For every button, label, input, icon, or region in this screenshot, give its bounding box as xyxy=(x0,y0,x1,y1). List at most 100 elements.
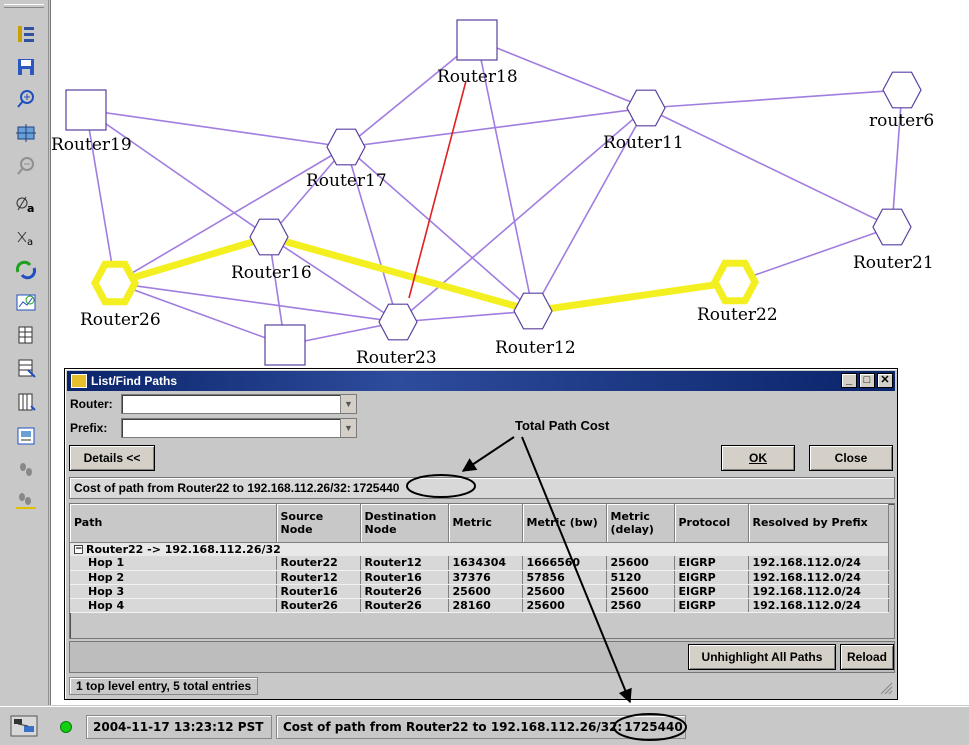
table-cell: EIGRP xyxy=(674,584,749,599)
link-Router23-Router12[interactable] xyxy=(397,310,534,323)
status-cost-value: 1725440 xyxy=(624,720,683,734)
node-Router18[interactable]: Router18 xyxy=(437,19,518,87)
footprints-icon[interactable] xyxy=(14,458,38,482)
collapse-icon[interactable]: − xyxy=(74,545,83,555)
column-header[interactable]: Metric (bw) xyxy=(522,504,607,543)
link-Router17-Router11[interactable] xyxy=(345,107,647,148)
link-Router18-Router23[interactable] xyxy=(408,80,467,299)
list-find-paths-dialog: List/Find Paths _ □ ✕ Router: ▼ Prefix: … xyxy=(64,368,898,700)
column-header[interactable]: Metric (delay) xyxy=(606,504,675,543)
main-status-bar: 2004-11-17 13:23:12 PST Cost of path fro… xyxy=(0,706,969,745)
table-cell: Hop 1 xyxy=(70,556,277,571)
table-row[interactable]: Hop 3 Router16 Router26 25600 25600 25600 EIGR… xyxy=(70,584,889,599)
table-cell: 37376 xyxy=(448,570,523,585)
unhighlight-all-paths-button[interactable]: Unhighlight All Paths xyxy=(688,644,836,670)
cost-value: 1725440 xyxy=(352,481,400,495)
node-Router23[interactable]: Router23 xyxy=(356,303,437,368)
node-label: Router17 xyxy=(306,171,387,191)
entries-count-text: 1 top level entry, 5 total entries xyxy=(69,677,259,695)
column-header[interactable]: Resolved by Prefix xyxy=(748,504,889,543)
link-Router11-Router21[interactable] xyxy=(645,107,893,228)
toolbar-grip[interactable] xyxy=(4,4,44,8)
prefix-label: Prefix: xyxy=(70,421,108,435)
table-cell: Hop 4 xyxy=(70,598,277,613)
table-cell: Hop 3 xyxy=(70,584,277,599)
table-row[interactable]: Hop 2 Router12 Router16 37376 57856 5120 EIGRP… xyxy=(70,570,889,585)
table-cell: Router22 xyxy=(276,556,361,571)
node-label: Router26 xyxy=(80,310,161,330)
node-Router19[interactable]: Router19 xyxy=(51,89,132,155)
minimize-button[interactable]: _ xyxy=(841,373,857,388)
paths-table-container[interactable]: Path Source Node Destination Node Metric Met… xyxy=(69,503,895,639)
chevron-down-icon[interactable]: ▼ xyxy=(340,419,356,437)
link-Router19-Router16[interactable] xyxy=(85,109,270,238)
dialog-app-icon xyxy=(71,374,87,388)
node-Router22[interactable]: Router22 xyxy=(697,259,778,325)
router-combo[interactable]: ▼ xyxy=(121,394,357,414)
table-cell: 1666560 xyxy=(522,556,607,571)
table-cell: Router26 xyxy=(360,598,449,613)
dialog-titlebar[interactable]: List/Find Paths _ □ ✕ xyxy=(67,371,895,391)
path-group-label: Router22 -> 192.168.112.26/32 xyxy=(86,542,281,556)
hierarchy-icon[interactable] xyxy=(14,22,38,46)
table-cell: Router26 xyxy=(360,584,449,599)
node-RouterX[interactable] xyxy=(264,324,306,366)
table-cell: 57856 xyxy=(522,570,607,585)
zoom-in-icon[interactable] xyxy=(14,87,38,111)
label-small-a-icon[interactable]: a xyxy=(14,225,38,249)
details-button-label: Details << xyxy=(83,451,141,465)
table-cell: EIGRP xyxy=(674,556,749,571)
refresh-icon[interactable] xyxy=(14,258,38,282)
reload-button[interactable]: Reload xyxy=(840,644,894,670)
table-icon[interactable] xyxy=(14,323,38,347)
table-cell: 2560 xyxy=(606,598,675,613)
chevron-down-icon[interactable]: ▼ xyxy=(340,395,356,413)
router-label: Router: xyxy=(70,397,113,411)
node-router6[interactable]: router6 xyxy=(869,71,934,131)
chart-icon[interactable] xyxy=(14,290,38,314)
column-header[interactable]: Protocol xyxy=(674,504,749,543)
label-a-icon[interactable]: a xyxy=(14,192,38,216)
save-icon[interactable] xyxy=(14,55,38,79)
column-header[interactable]: Destination Node xyxy=(360,504,449,543)
node-label: router6 xyxy=(869,111,934,131)
report-icon[interactable] xyxy=(14,424,38,448)
table-columns-icon[interactable] xyxy=(14,390,38,414)
close-window-button[interactable]: ✕ xyxy=(877,373,893,388)
table-row[interactable]: − Router22 -> 192.168.112.26/32 xyxy=(70,542,889,556)
action-bar: Unhighlight All Paths Reload xyxy=(69,641,895,673)
node-label: Router18 xyxy=(437,67,518,87)
prefix-combo[interactable]: ▼ xyxy=(121,418,357,438)
footprints-highlight-icon[interactable] xyxy=(14,488,38,512)
table-row[interactable]: Hop 4 Router26 Router26 28160 25600 2560 EIGRP… xyxy=(70,598,889,613)
table-row[interactable]: Hop 1 Router22 Router12 1634304 1666560 25600… xyxy=(70,556,889,571)
table-cell: Router12 xyxy=(360,556,449,571)
resize-grip-icon[interactable] xyxy=(879,681,893,695)
node-Router16[interactable]: Router16 xyxy=(231,218,312,283)
path-group-cell: − Router22 -> 192.168.112.26/32 xyxy=(70,542,889,556)
maximize-button[interactable]: □ xyxy=(859,373,875,388)
column-header[interactable]: Source Node xyxy=(276,504,361,543)
details-button[interactable]: Details << xyxy=(69,445,155,471)
link-Router11-router6[interactable] xyxy=(645,89,903,109)
table-cell: EIGRP xyxy=(674,598,749,613)
zoom-out-icon[interactable] xyxy=(14,154,38,178)
table-cell: 192.168.112.0/24 xyxy=(748,598,889,613)
node-Router21[interactable]: Router21 xyxy=(853,208,934,273)
table-cell: EIGRP xyxy=(674,570,749,585)
close-button[interactable]: Close xyxy=(809,445,893,471)
table-cell: Router16 xyxy=(276,584,361,599)
node-label: Router23 xyxy=(356,348,437,368)
table-cell: 25600 xyxy=(448,584,523,599)
fit-view-icon[interactable] xyxy=(14,121,38,145)
table-edit-icon[interactable] xyxy=(14,356,38,380)
column-header[interactable]: Metric xyxy=(448,504,523,543)
table-cell: 192.168.112.0/24 xyxy=(748,556,889,571)
node-Router17[interactable]: Router17 xyxy=(306,128,387,191)
left-toolbar: a a xyxy=(0,0,49,705)
table-cell: 5120 xyxy=(606,570,675,585)
column-header[interactable]: Path xyxy=(70,504,277,543)
node-Router11[interactable]: Router11 xyxy=(603,89,684,153)
ok-button[interactable]: OK xyxy=(721,445,795,471)
table-cell: Hop 2 xyxy=(70,570,277,585)
